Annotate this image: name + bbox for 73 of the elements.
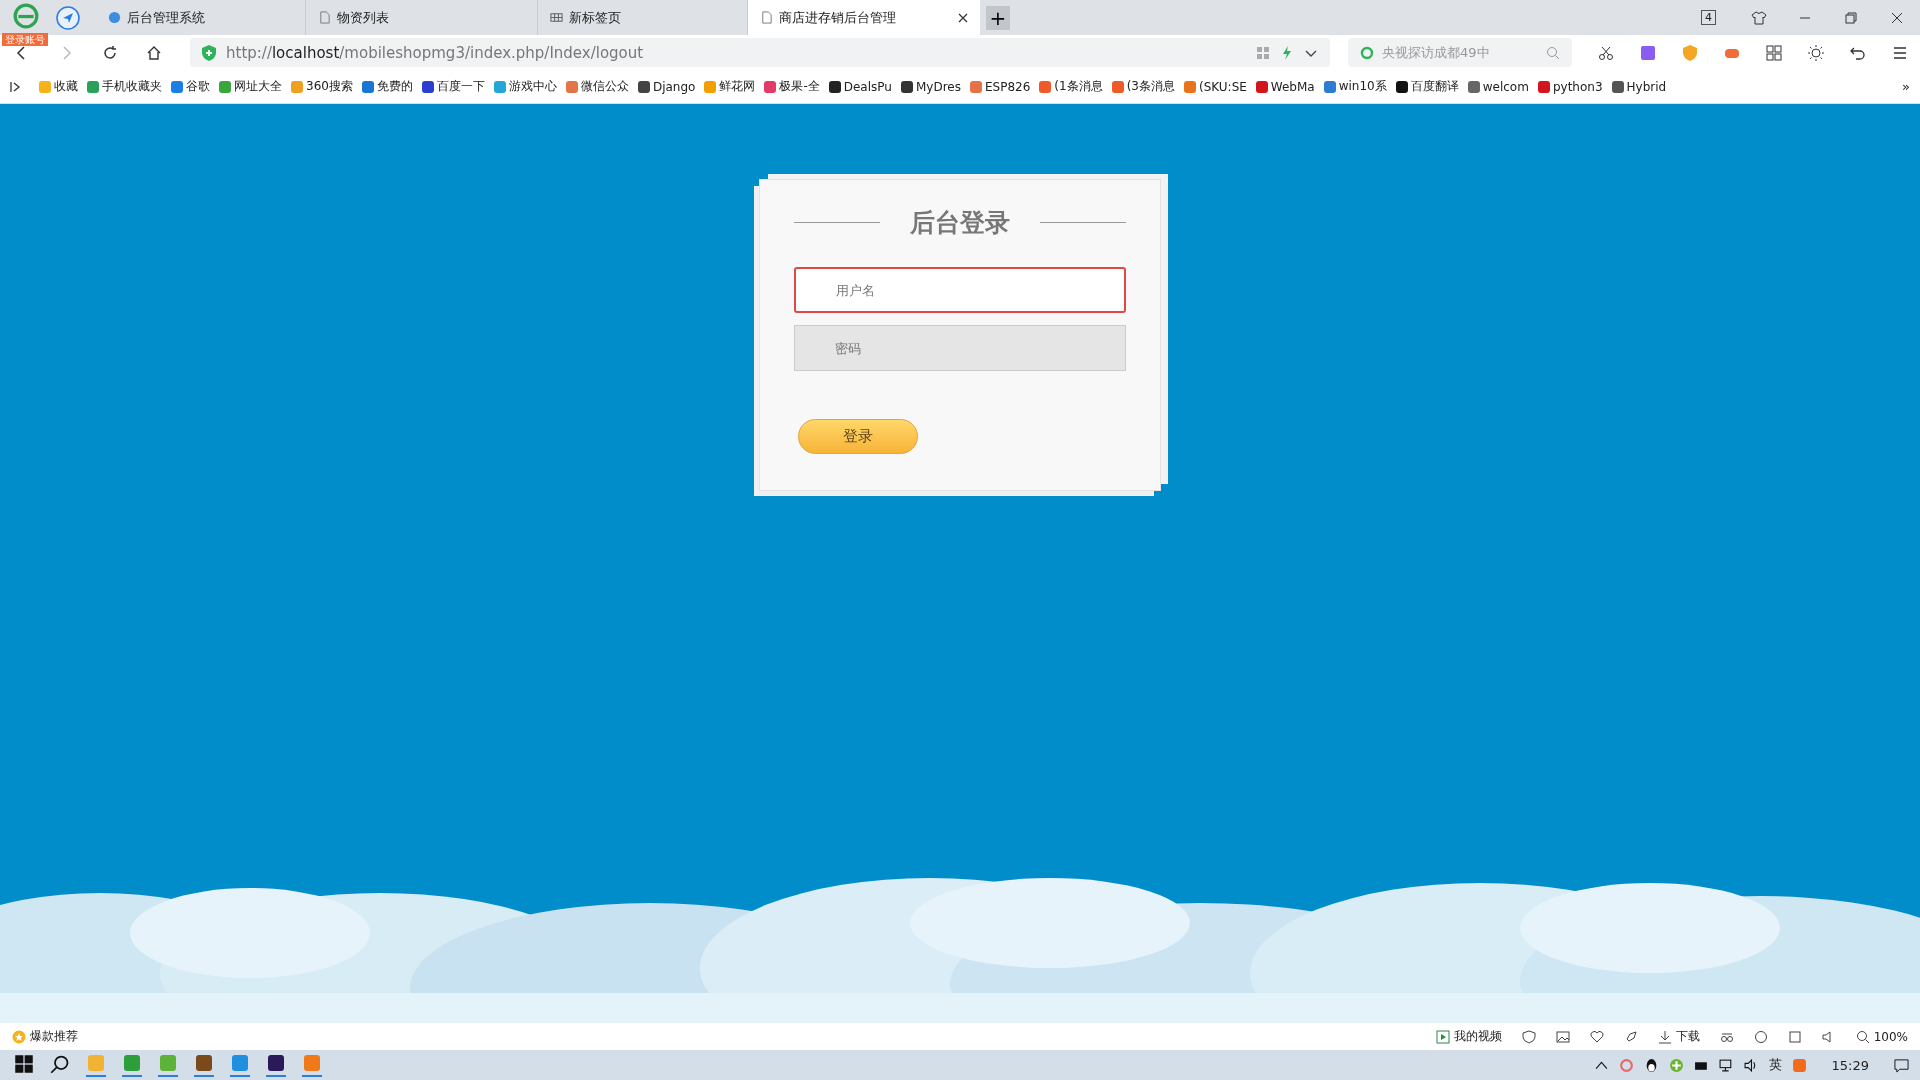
taskbar-app-icon[interactable] — [194, 1053, 214, 1077]
username-field[interactable]: 用户名 — [794, 267, 1126, 313]
bookmark-link[interactable]: 360搜索 — [306, 78, 353, 95]
navigation-icon[interactable] — [56, 5, 80, 30]
bookmark-link[interactable]: (SKU:SE — [1198, 79, 1247, 94]
network-icon[interactable] — [1718, 1057, 1734, 1073]
login-button[interactable]: 登录 — [798, 419, 918, 454]
bookmark-link[interactable]: 手机收藏夹 — [102, 78, 162, 95]
search-icon[interactable] — [50, 1054, 70, 1076]
bookmark-link[interactable]: 谷歌 — [186, 78, 210, 95]
browser-tab[interactable]: 商店进存销后台管理 — [748, 0, 980, 35]
heart-icon[interactable] — [1589, 1029, 1604, 1044]
home-icon[interactable] — [146, 44, 162, 61]
search-engine-icon — [1360, 45, 1374, 60]
bookmark-link[interactable]: (1条消息 — [1054, 78, 1103, 95]
brightness-icon[interactable] — [1808, 44, 1824, 61]
login-title: 后台登录 — [910, 207, 1010, 239]
shield-icon[interactable] — [1521, 1029, 1536, 1044]
bookmark-link[interactable]: WebMa — [1270, 79, 1315, 94]
bookmark-link[interactable]: welcom — [1482, 79, 1529, 94]
star-icon[interactable] — [12, 1029, 26, 1044]
input-method[interactable]: 英 — [1768, 1056, 1782, 1074]
bookmark-link[interactable]: 网址大全 — [234, 78, 282, 95]
zoom-icon[interactable] — [1855, 1029, 1870, 1044]
clock[interactable]: 15:29 — [1831, 1057, 1869, 1073]
reload-icon[interactable] — [102, 44, 118, 61]
bookmark-link[interactable]: python3 — [1552, 79, 1603, 94]
page-icon — [318, 11, 331, 24]
shield-icon — [202, 44, 216, 61]
bookmark-link[interactable]: (3条消息 — [1126, 78, 1175, 95]
bookmark-link[interactable]: Django — [652, 79, 696, 94]
bookmark-link[interactable]: 百度一下 — [436, 78, 485, 95]
image-icon[interactable] — [1555, 1029, 1570, 1044]
notification-icon[interactable] — [1894, 1057, 1909, 1073]
site-icon — [108, 11, 121, 24]
zoom-level[interactable]: 100% — [1873, 1029, 1908, 1044]
sidebar-toggle-icon[interactable] — [10, 80, 22, 93]
bookmark-link[interactable]: 百度翻译 — [1410, 78, 1459, 95]
restore-icon[interactable] — [1843, 9, 1859, 26]
search-field[interactable]: 央视探访成都49中 — [1348, 38, 1572, 67]
window-icon[interactable] — [1787, 1029, 1802, 1044]
windows-start-icon[interactable] — [14, 1054, 34, 1076]
play-icon[interactable] — [1435, 1029, 1450, 1044]
search-field[interactable]: 央视探访成都49中 — [1380, 44, 1540, 61]
download-link[interactable]: 下载 — [1675, 1028, 1700, 1045]
my-videos-link[interactable]: 我的视频 — [1453, 1028, 1502, 1045]
bookmark-link[interactable]: 微信公众 — [580, 78, 629, 95]
shirt-icon[interactable] — [1751, 9, 1767, 26]
bookmark-link[interactable]: 免费的 — [376, 78, 413, 95]
bookmark-link[interactable]: 收藏 — [54, 78, 78, 95]
taskbar-app-icon[interactable] — [266, 1053, 286, 1077]
new-tab-button[interactable]: + — [986, 5, 1010, 30]
bookmark-link[interactable]: Hybrid — [1626, 79, 1667, 94]
window-count[interactable]: 4 — [1701, 10, 1716, 25]
bookmark-link[interactable]: 极果-全 — [779, 78, 820, 95]
bookmark-link[interactable]: ESP826 — [984, 79, 1031, 94]
more-bookmarks-button[interactable]: » — [1902, 79, 1910, 94]
plus-circle-icon[interactable] — [1668, 1057, 1684, 1073]
grid-icon[interactable] — [1766, 44, 1782, 61]
download-icon[interactable] — [1657, 1029, 1672, 1044]
grid-icon — [550, 11, 563, 24]
address-field[interactable]: http://localhost/mobileshopmg3/index.php/Index/logout — [190, 38, 1330, 67]
password-field[interactable]: 密码 — [794, 325, 1126, 371]
bookmark-link[interactable]: 游戏中心 — [508, 78, 557, 95]
scissors-icon[interactable] — [1598, 44, 1614, 61]
recommend-link[interactable]: 爆款推荐 — [30, 1028, 78, 1045]
bookmark-link[interactable]: win10系 — [1338, 78, 1387, 95]
bookmark-link[interactable]: MyDres — [915, 79, 961, 94]
close-icon[interactable] — [958, 12, 968, 23]
bookmark-link[interactable]: 鲜花网 — [719, 78, 756, 95]
page-icon — [760, 11, 773, 24]
bookmark-link[interactable]: DealsPu — [843, 79, 892, 94]
menu-icon[interactable] — [1892, 44, 1908, 61]
